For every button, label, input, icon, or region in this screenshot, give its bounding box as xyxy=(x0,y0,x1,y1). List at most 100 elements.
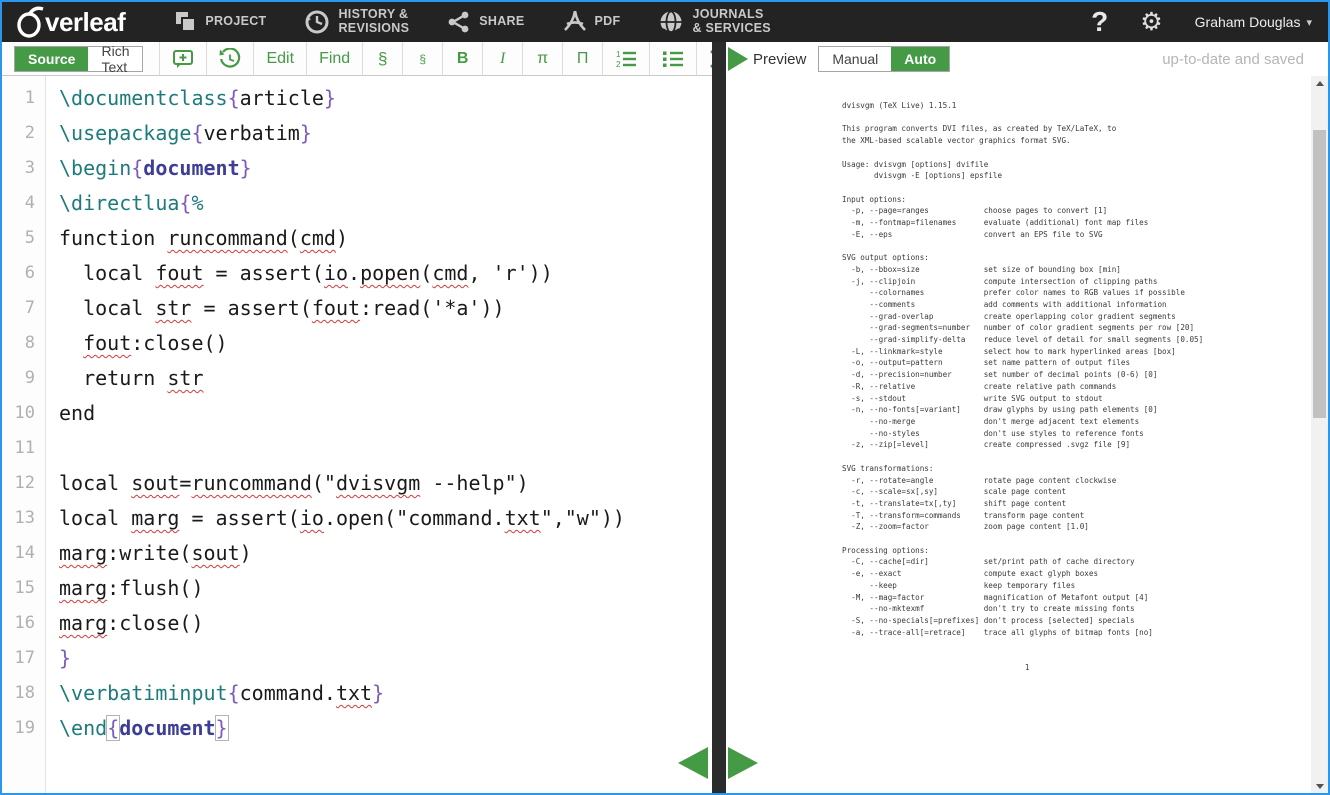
auto-compile-button[interactable]: Auto xyxy=(891,47,949,71)
scroll-up-icon xyxy=(1316,81,1324,86)
user-menu[interactable]: Graham Douglas ▾ xyxy=(1195,14,1312,30)
code-line[interactable]: \documentclass{article} xyxy=(59,81,712,116)
pane-divider[interactable] xyxy=(712,42,726,793)
editor-code[interactable]: \documentclass{article}\usepackage{verba… xyxy=(46,76,712,793)
code-line[interactable]: local sout=runcommand("dvisvgm --help") xyxy=(59,466,712,501)
code-line[interactable]: \end{document} xyxy=(59,711,712,746)
source-tab[interactable]: Source xyxy=(15,47,88,71)
nav-menu: PROJECT HISTORY &REVISIONS xyxy=(173,8,771,36)
mode-switch: Source Rich Text xyxy=(14,46,143,72)
manual-compile-button[interactable]: Manual xyxy=(819,47,891,71)
source-editor[interactable]: 12345678910111213141516171819 \documentc… xyxy=(2,76,712,793)
section-button[interactable]: § xyxy=(362,42,402,75)
line-number: 1 xyxy=(2,81,45,116)
code-line[interactable]: marg:close() xyxy=(59,606,712,641)
line-number: 17 xyxy=(2,641,45,676)
scroll-up-button[interactable] xyxy=(1311,76,1328,90)
overleaf-logo[interactable]: verleaf xyxy=(16,6,125,38)
share-nodes-icon xyxy=(447,10,471,34)
overleaf-leaf-icon xyxy=(16,6,44,38)
numbered-list-button[interactable]: 1 2 xyxy=(602,42,649,75)
nav-share[interactable]: SHARE xyxy=(447,10,524,34)
editor-toolbar: Source Rich Text xyxy=(2,42,712,76)
project-copy-icon xyxy=(173,10,197,34)
history-clock-icon xyxy=(304,9,330,35)
nav-journals-label: JOURNALS xyxy=(692,8,771,22)
line-number: 4 xyxy=(2,186,45,221)
expand-preview-arrow-bottom[interactable] xyxy=(728,747,758,779)
nav-share-label: SHARE xyxy=(479,15,524,29)
scroll-down-icon xyxy=(1316,784,1324,789)
line-number: 15 xyxy=(2,571,45,606)
code-line[interactable]: \usepackage{verbatim} xyxy=(59,116,712,151)
line-number: 2 xyxy=(2,116,45,151)
nav-right: ? ⚙ Graham Douglas ▾ xyxy=(1091,6,1312,38)
save-status: up-to-date and saved xyxy=(1162,51,1304,68)
nav-project-label: PROJECT xyxy=(205,15,266,29)
nav-project[interactable]: PROJECT xyxy=(173,10,266,34)
line-number: 8 xyxy=(2,326,45,361)
line-number: 12 xyxy=(2,466,45,501)
code-line[interactable]: end xyxy=(59,396,712,431)
line-number: 16 xyxy=(2,606,45,641)
line-number: 3 xyxy=(2,151,45,186)
globe-icon xyxy=(658,9,684,35)
nav-history-revisions[interactable]: HISTORY &REVISIONS xyxy=(304,8,409,36)
expand-preview-arrow[interactable] xyxy=(728,47,748,71)
history-button[interactable] xyxy=(206,42,253,75)
code-line[interactable]: marg:write(sout) xyxy=(59,536,712,571)
bullet-list-button[interactable] xyxy=(649,42,696,75)
code-line[interactable]: marg:flush() xyxy=(59,571,712,606)
code-line[interactable]: function runcommand(cmd) xyxy=(59,221,712,256)
edit-menu-button[interactable]: Edit xyxy=(253,42,306,75)
overleaf-logo-text: verleaf xyxy=(45,7,125,38)
nav-journals-services[interactable]: JOURNALS& SERVICES xyxy=(658,8,771,36)
code-line[interactable] xyxy=(59,431,712,466)
user-name: Graham Douglas xyxy=(1195,14,1301,30)
undo-history-icon xyxy=(219,48,241,70)
preview-scrollbar[interactable] xyxy=(1311,76,1328,793)
unordered-list-icon xyxy=(662,49,684,69)
scrollbar-thumb[interactable] xyxy=(1313,130,1326,418)
code-line[interactable]: \begin{document} xyxy=(59,151,712,186)
add-comment-button[interactable] xyxy=(159,42,206,75)
line-number: 10 xyxy=(2,396,45,431)
ordered-list-icon: 1 2 xyxy=(615,49,637,69)
pdf-reader-icon xyxy=(563,9,587,35)
subsection-button[interactable]: § xyxy=(402,42,442,75)
nav-history-label: HISTORY & xyxy=(338,8,409,22)
collapse-editor-arrow-bottom[interactable] xyxy=(678,747,708,779)
code-line[interactable]: \directlua{% xyxy=(59,186,712,221)
line-number: 18 xyxy=(2,676,45,711)
code-line[interactable]: } xyxy=(59,641,712,676)
compile-mode-switch: Manual Auto xyxy=(818,46,950,72)
svg-text:2: 2 xyxy=(616,60,621,69)
editor-buttons: Edit Find § § B I π Π 1 2 xyxy=(159,42,783,75)
rich-text-tab[interactable]: Rich Text xyxy=(88,47,142,71)
line-number: 14 xyxy=(2,536,45,571)
help-button[interactable]: ? xyxy=(1091,6,1108,38)
line-number: 5 xyxy=(2,221,45,256)
line-number: 19 xyxy=(2,711,45,746)
bold-button[interactable]: B xyxy=(442,42,482,75)
settings-button[interactable]: ⚙ xyxy=(1140,7,1162,37)
italic-button[interactable]: I xyxy=(482,42,522,75)
editor-gutter: 12345678910111213141516171819 xyxy=(2,76,46,793)
code-line[interactable]: \verbatiminput{command.txt} xyxy=(59,676,712,711)
comment-plus-icon xyxy=(172,49,194,69)
code-line[interactable]: local marg = assert(io.open("command.txt… xyxy=(59,501,712,536)
inline-math-button[interactable]: π xyxy=(522,42,562,75)
preview-toolbar: Preview Manual Auto up-to-date and saved xyxy=(726,42,1328,76)
svg-text:1: 1 xyxy=(616,50,621,59)
nav-pdf[interactable]: PDF xyxy=(563,9,621,35)
code-line[interactable]: local fout = assert(io.popen(cmd, 'r')) xyxy=(59,256,712,291)
code-line[interactable]: fout:close() xyxy=(59,326,712,361)
nav-pdf-label: PDF xyxy=(595,15,621,29)
preview-label: Preview xyxy=(753,51,806,68)
code-line[interactable]: local str = assert(fout:read('*a')) xyxy=(59,291,712,326)
gear-icon: ⚙ xyxy=(1140,8,1162,36)
display-math-button[interactable]: Π xyxy=(562,42,602,75)
code-line[interactable]: return str xyxy=(59,361,712,396)
scroll-down-button[interactable] xyxy=(1311,779,1328,793)
find-button[interactable]: Find xyxy=(306,42,362,75)
